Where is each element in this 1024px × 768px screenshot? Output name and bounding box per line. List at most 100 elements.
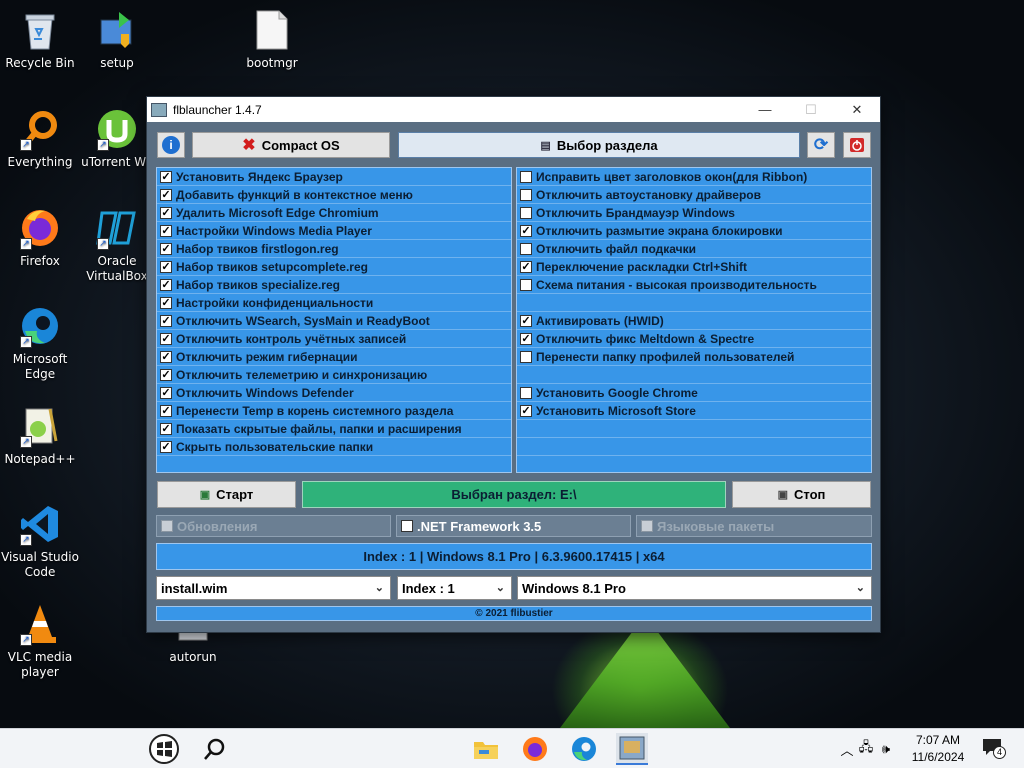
info-button[interactable]: i — [157, 132, 185, 158]
left-option-checkbox[interactable]: ✓ — [160, 386, 172, 399]
right-option-checkbox[interactable] — [520, 188, 532, 201]
right-option-checkbox[interactable] — [520, 170, 532, 183]
wim-select[interactable]: install.wim ⌄ — [156, 576, 391, 600]
desktop-icon-setup[interactable]: setup — [77, 8, 157, 71]
right-option-checkbox[interactable] — [520, 278, 532, 291]
desktop-icon-everything[interactable]: ↗ Everything — [0, 107, 80, 170]
left-option-row[interactable]: ✓ Отключить Windows Defender — [157, 384, 511, 402]
left-option-row[interactable]: ✓ Скрыть пользовательские папки — [157, 438, 511, 456]
left-option-checkbox[interactable]: ✓ — [160, 188, 172, 201]
window-titlebar[interactable]: flblauncher 1.4.7 — ☐ ✕ — [147, 97, 880, 122]
stop-button[interactable]: ▣ Стоп — [732, 481, 871, 508]
desktop-icon-utorrent[interactable]: ↗ uTorrent We — [77, 107, 157, 170]
taskbar-firefox[interactable] — [519, 733, 551, 765]
left-option-checkbox[interactable]: ✓ — [160, 296, 172, 309]
left-option-row[interactable]: ✓ Настройки конфиденциальности — [157, 294, 511, 312]
volume-icon[interactable]: 🕪 — [876, 741, 896, 757]
left-option-row[interactable]: ✓ Набор твиков firstlogon.reg — [157, 240, 511, 258]
left-option-checkbox[interactable]: ✓ — [160, 170, 172, 183]
desktop-icon-edge[interactable]: ↗ Microsoft Edge — [0, 304, 80, 382]
right-option-checkbox[interactable] — [520, 386, 532, 399]
right-option-checkbox[interactable] — [520, 206, 532, 219]
edition-select[interactable]: Windows 8.1 Pro ⌄ — [517, 576, 872, 600]
desktop-icon-bootmgr[interactable]: bootmgr — [232, 8, 312, 71]
left-option-row[interactable]: ✓ Отключить WSearch, SysMain и ReadyBoot — [157, 312, 511, 330]
left-option-label: Отключить телеметрию и синхронизацию — [176, 367, 428, 382]
left-option-row[interactable]: ✓ Перенести Temp в корень системного разд… — [157, 402, 511, 420]
right-option-row[interactable]: Схема питания - высокая производительнос… — [517, 276, 871, 294]
power-icon — [850, 138, 864, 152]
right-option-row[interactable]: Установить Google Chrome — [517, 384, 871, 402]
right-option-row[interactable]: ✓ Активировать (HWID) — [517, 312, 871, 330]
right-option-checkbox[interactable] — [520, 350, 532, 363]
right-option-row[interactable]: ✓ Отключить фикс Meltdown & Spectre — [517, 330, 871, 348]
left-option-label: Отключить Windows Defender — [176, 385, 354, 400]
close-button[interactable]: ✕ — [834, 97, 880, 122]
taskbar-flblauncher[interactable] — [616, 733, 648, 765]
right-option-row[interactable]: Отключить автоустановку драйверов — [517, 186, 871, 204]
left-option-checkbox[interactable]: ✓ — [160, 224, 172, 237]
left-option-row[interactable]: ✓ Набор твиков setupcomplete.reg — [157, 258, 511, 276]
chevron-up-icon[interactable]: ︿ — [838, 740, 856, 759]
windows-logo-icon — [149, 734, 179, 764]
right-option-checkbox[interactable]: ✓ — [520, 260, 532, 273]
right-option-checkbox[interactable]: ✓ — [520, 404, 532, 417]
netfx-option[interactable]: .NET Framework 3.5 — [396, 515, 631, 537]
right-option-row[interactable]: ✓ Отключить размытие экрана блокировки — [517, 222, 871, 240]
power-button[interactable] — [843, 132, 871, 158]
search-button[interactable] — [199, 733, 231, 765]
right-option-row[interactable]: ✓ Установить Microsoft Store — [517, 402, 871, 420]
taskbar-edge[interactable] — [568, 733, 600, 765]
left-option-checkbox[interactable]: ✓ — [160, 404, 172, 417]
desktop-icon-vlc[interactable]: ↗ VLC media player — [0, 602, 80, 680]
right-option-checkbox[interactable]: ✓ — [520, 224, 532, 237]
left-option-row[interactable]: ✓ Показать скрытые файлы, папки и расшире… — [157, 420, 511, 438]
left-option-checkbox[interactable]: ✓ — [160, 350, 172, 363]
left-option-checkbox[interactable]: ✓ — [160, 440, 172, 453]
left-option-row[interactable]: ✓ Установить Яндекс Браузер — [157, 168, 511, 186]
left-option-checkbox[interactable]: ✓ — [160, 314, 172, 327]
right-option-row[interactable]: ✓ Переключение раскладки Ctrl+Shift — [517, 258, 871, 276]
right-option-checkbox[interactable]: ✓ — [520, 314, 532, 327]
index-select-value: Index : 1 — [402, 580, 455, 596]
start-button[interactable]: ▣ Старт — [157, 481, 296, 508]
left-option-row[interactable]: ✓ Набор твиков specialize.reg — [157, 276, 511, 294]
left-option-row[interactable]: ✓ Добавить функций в контекстное меню — [157, 186, 511, 204]
right-option-checkbox[interactable] — [520, 242, 532, 255]
left-option-checkbox[interactable]: ✓ — [160, 206, 172, 219]
right-option-checkbox[interactable]: ✓ — [520, 332, 532, 345]
left-option-row[interactable]: ✓ Настройки Windows Media Player — [157, 222, 511, 240]
left-option-row[interactable]: ✓ Удалить Microsoft Edge Chromium — [157, 204, 511, 222]
left-option-row[interactable]: ✓ Отключить контроль учётных записей — [157, 330, 511, 348]
index-select[interactable]: Index : 1 ⌄ — [397, 576, 512, 600]
left-option-checkbox[interactable]: ✓ — [160, 332, 172, 345]
recycle-bin-icon — [18, 8, 62, 52]
left-option-checkbox[interactable]: ✓ — [160, 242, 172, 255]
minimize-button[interactable]: — — [742, 97, 788, 122]
right-option-row[interactable]: Перенести папку профилей пользователей — [517, 348, 871, 366]
refresh-button[interactable]: ⟳ — [807, 132, 835, 158]
right-option-row[interactable]: Отключить файл подкачки — [517, 240, 871, 258]
left-option-row[interactable]: ✓ Отключить телеметрию и синхронизацию — [157, 366, 511, 384]
utorrent-icon: ↗ — [95, 107, 139, 151]
right-option-row[interactable]: Исправить цвет заголовков окон(для Ribbo… — [517, 168, 871, 186]
desktop-icon-recycle-bin[interactable]: Recycle Bin — [0, 8, 80, 71]
select-partition-button[interactable]: ▤ Выбор раздела — [398, 132, 800, 158]
left-option-checkbox[interactable]: ✓ — [160, 368, 172, 381]
taskbar-file-explorer[interactable] — [470, 733, 502, 765]
desktop-icon-notepadpp[interactable]: ↗ Notepad++ — [0, 404, 80, 467]
left-option-checkbox[interactable]: ✓ — [160, 260, 172, 273]
taskbar-clock[interactable]: 7:07 AM 11/6/2024 — [906, 732, 970, 766]
notification-center-button[interactable]: 4 — [982, 738, 1006, 760]
right-option-row[interactable]: Отключить Брандмауэр Windows — [517, 204, 871, 222]
netfx-checkbox[interactable] — [401, 520, 413, 532]
desktop-icon-virtualbox[interactable]: ↗ Oracle VirtualBox — [77, 206, 157, 284]
desktop-icon-firefox[interactable]: ↗ Firefox — [0, 206, 80, 269]
compact-os-button[interactable]: ✖ Compact OS — [192, 132, 390, 158]
left-option-checkbox[interactable]: ✓ — [160, 278, 172, 291]
start-menu-button[interactable] — [148, 733, 180, 765]
network-icon[interactable]: 🖧 — [856, 738, 876, 760]
left-option-row[interactable]: ✓ Отключить режим гибернации — [157, 348, 511, 366]
desktop-icon-vscode[interactable]: ↗ Visual Studio Code — [0, 502, 80, 580]
left-option-checkbox[interactable]: ✓ — [160, 422, 172, 435]
